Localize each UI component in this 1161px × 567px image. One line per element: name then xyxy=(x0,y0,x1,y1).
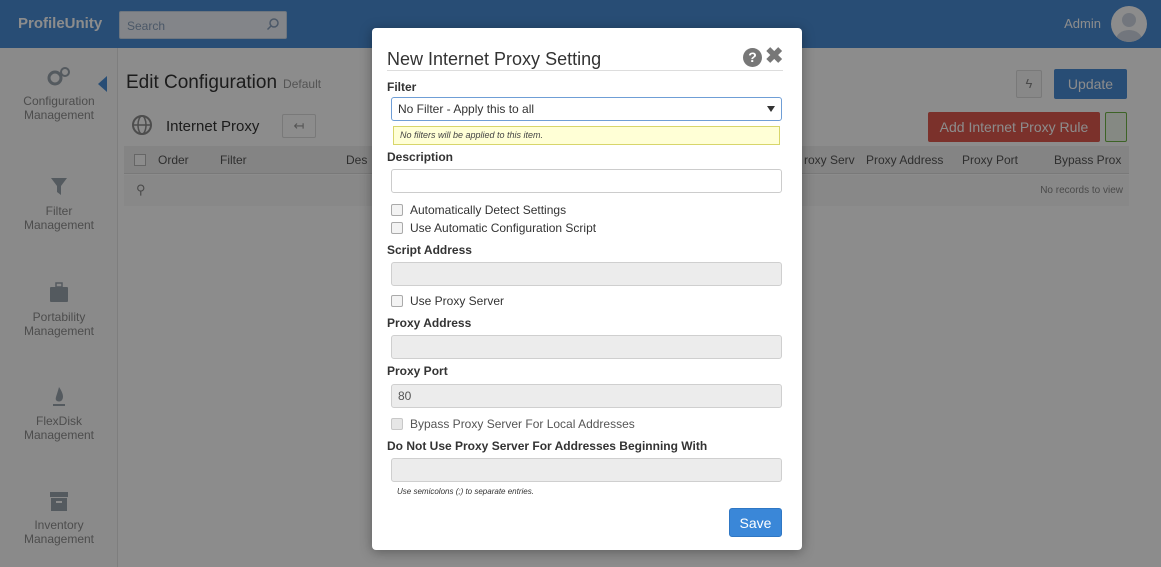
exceptions-input[interactable] xyxy=(391,458,782,482)
filter-label: Filter xyxy=(387,80,417,94)
close-icon[interactable]: ✖ xyxy=(765,45,783,67)
proxy-address-input[interactable] xyxy=(391,335,782,359)
exceptions-label: Do Not Use Proxy Server For Addresses Be… xyxy=(387,439,708,453)
auto-script-label: Use Automatic Configuration Script xyxy=(410,221,597,235)
divider xyxy=(387,70,783,71)
dialog-title: New Internet Proxy Setting xyxy=(387,49,602,69)
use-proxy-checkbox[interactable]: Use Proxy Server xyxy=(391,294,504,308)
bypass-local-checkbox[interactable]: Bypass Proxy Server For Local Addresses xyxy=(391,417,635,431)
exceptions-note: Use semicolons (;) to separate entries. xyxy=(397,487,534,496)
new-internet-proxy-dialog: New Internet Proxy Setting ? ✖ Filter No… xyxy=(372,28,802,550)
script-address-label: Script Address xyxy=(387,243,472,257)
proxy-port-input[interactable]: 80 xyxy=(391,384,782,408)
filter-select-value: No Filter - Apply this to all xyxy=(398,102,535,116)
help-icon[interactable]: ? xyxy=(743,48,762,67)
filter-select[interactable]: No Filter - Apply this to all xyxy=(391,97,782,121)
auto-script-checkbox[interactable]: Use Automatic Configuration Script xyxy=(391,221,596,235)
proxy-address-label: Proxy Address xyxy=(387,316,472,330)
auto-detect-label: Automatically Detect Settings xyxy=(410,203,567,217)
use-proxy-label: Use Proxy Server xyxy=(410,294,505,308)
description-label: Description xyxy=(387,150,454,164)
bypass-local-label: Bypass Proxy Server For Local Addresses xyxy=(410,417,635,431)
description-input[interactable] xyxy=(391,169,782,193)
chevron-down-icon xyxy=(767,106,775,112)
script-address-input[interactable] xyxy=(391,262,782,286)
save-button[interactable]: Save xyxy=(729,508,782,537)
filter-hint: No filters will be applied to this item. xyxy=(393,126,780,145)
auto-detect-checkbox[interactable]: Automatically Detect Settings xyxy=(391,203,566,217)
proxy-port-label: Proxy Port xyxy=(387,364,448,378)
